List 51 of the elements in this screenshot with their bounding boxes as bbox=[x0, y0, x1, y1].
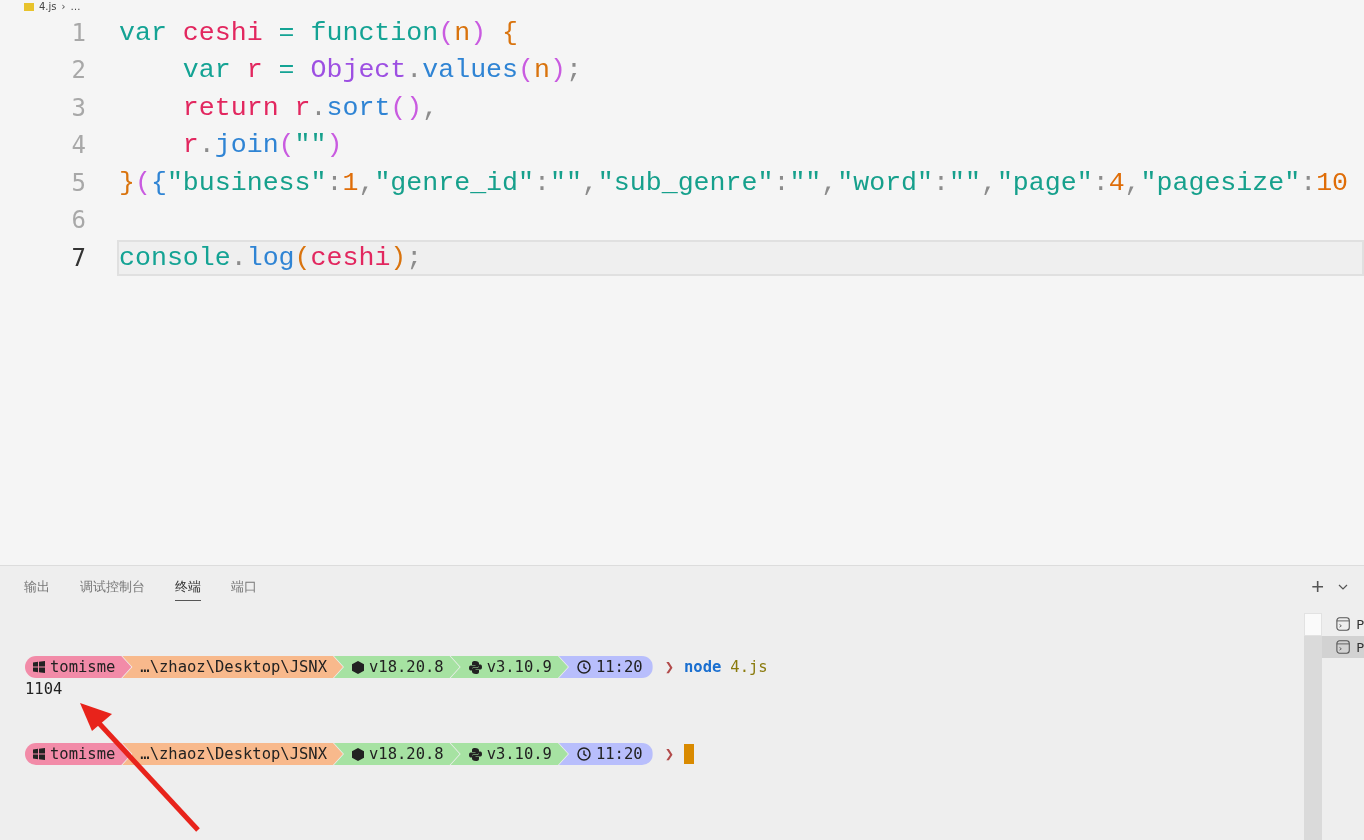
clock-icon bbox=[576, 747, 591, 761]
console-icon bbox=[1336, 639, 1351, 655]
chevron-down-icon[interactable] bbox=[1338, 584, 1348, 590]
prompt-segment: v3.10.9 bbox=[450, 656, 568, 678]
breadcrumb-file[interactable]: 4.js bbox=[39, 1, 57, 13]
terminal-output: 1104 bbox=[25, 679, 64, 700]
scrollbar-thumb[interactable] bbox=[1304, 613, 1322, 636]
line-number: 7 bbox=[70, 243, 87, 272]
line-number: 3 bbox=[70, 93, 87, 122]
code-line: console.log(ceshi); bbox=[119, 242, 423, 273]
command-argument: 4.js bbox=[730, 658, 768, 676]
python-icon bbox=[468, 660, 482, 674]
code-line: }({"business":1,"genre_id":"","sub_genre":"","word":"","page":4,"pagesize":10 bbox=[119, 167, 1349, 198]
prompt-segment: v18.20.8 bbox=[333, 656, 460, 678]
console-icon bbox=[1336, 616, 1351, 632]
line-number: 5 bbox=[70, 168, 87, 197]
prompt-segment: …\zhaoz\Desktop\JSNX bbox=[122, 743, 343, 765]
breadcrumb-separator: › bbox=[61, 1, 66, 13]
prompt-segment: …\zhaoz\Desktop\JSNX bbox=[122, 656, 343, 678]
prompt-segment: v18.20.8 bbox=[333, 743, 460, 765]
clock-icon bbox=[576, 660, 591, 674]
prompt-symbol: ❯ bbox=[664, 658, 674, 676]
panel-tab[interactable]: 调试控制台 bbox=[80, 573, 145, 601]
prompt-segment: 11:20 bbox=[558, 656, 653, 678]
line-number: 6 bbox=[70, 206, 87, 235]
terminal-list-item[interactable]: P bbox=[1322, 613, 1364, 635]
line-number: 2 bbox=[70, 56, 87, 85]
prompt-symbol: ❯ bbox=[664, 745, 674, 763]
breadcrumb-more[interactable]: … bbox=[70, 1, 81, 13]
code-line: var r = Object.values(n); bbox=[181, 55, 582, 86]
panel-tab[interactable]: 端口 bbox=[231, 573, 257, 601]
windows-logo-icon bbox=[33, 661, 45, 673]
code-line: r.join("") bbox=[181, 130, 343, 161]
code-line: return r.sort(), bbox=[181, 92, 439, 123]
line-number: 1 bbox=[70, 18, 87, 47]
prompt-segment: tomisme bbox=[25, 656, 132, 678]
new-terminal-button[interactable]: + bbox=[1311, 577, 1324, 597]
scrollbar-track[interactable] bbox=[1304, 613, 1322, 840]
command-name: node bbox=[683, 658, 722, 676]
prompt-segment: 11:20 bbox=[558, 743, 653, 765]
python-icon bbox=[468, 747, 482, 761]
code-line: var ceshi = function(n) { bbox=[119, 17, 519, 48]
prompt-segment: v3.10.9 bbox=[450, 743, 568, 765]
hexagon-icon bbox=[351, 747, 364, 761]
js-file-icon bbox=[24, 3, 34, 11]
panel-tab[interactable]: 终端 bbox=[175, 573, 201, 601]
terminal-list-item[interactable]: P bbox=[1322, 636, 1364, 658]
panel-tab[interactable]: 输出 bbox=[24, 573, 50, 601]
windows-logo-icon bbox=[33, 748, 45, 760]
line-number: 4 bbox=[70, 131, 87, 160]
hexagon-icon bbox=[351, 660, 364, 674]
